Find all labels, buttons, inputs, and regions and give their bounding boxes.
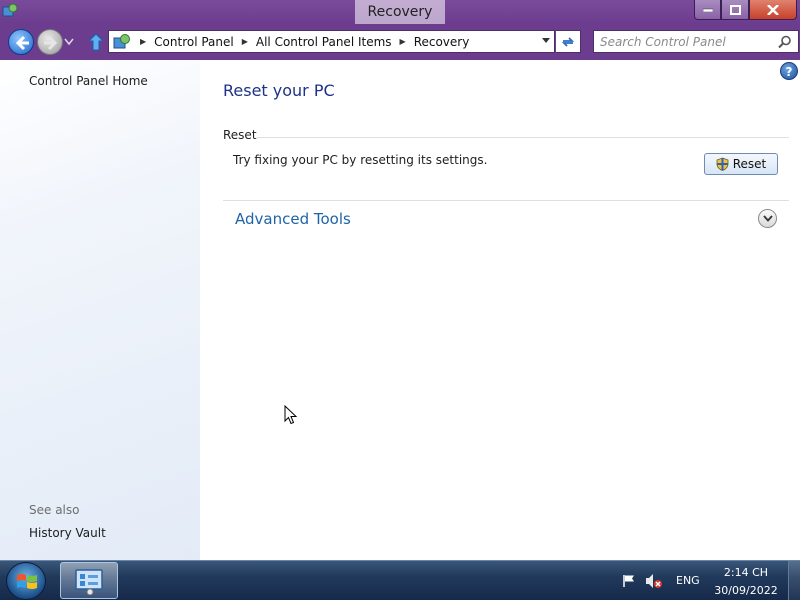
forward-arrow-icon [44, 35, 58, 51]
maximize-icon [729, 4, 741, 15]
control-panel-icon [2, 3, 18, 17]
expand-button[interactable] [758, 209, 777, 228]
see-also-label: See also [29, 503, 80, 517]
recent-pages-chevron-icon[interactable] [64, 38, 74, 46]
taskbar-control-panel-button[interactable] [60, 562, 118, 599]
reset-description: Try fixing your PC by resetting its sett… [233, 153, 488, 167]
left-pane: Control Panel Home See also History Vaul… [0, 60, 200, 560]
refresh-icon [561, 36, 575, 47]
reset-button[interactable]: Reset [704, 153, 778, 175]
breadcrumb-separator-icon[interactable]: ▶ [242, 37, 248, 46]
breadcrumb-all-items[interactable]: All Control Panel Items [256, 35, 392, 49]
breadcrumb-recovery[interactable]: Recovery [414, 35, 470, 49]
reset-button-label: Reset [732, 157, 767, 171]
search-box[interactable] [593, 30, 799, 53]
refresh-button[interactable] [556, 30, 581, 53]
main-content: ? Reset your PC Reset Try fixing your PC… [200, 60, 800, 560]
breadcrumb: ▶ Control Panel ▶ All Control Panel Item… [132, 35, 469, 49]
start-button[interactable] [6, 562, 46, 600]
back-arrow-icon [15, 35, 29, 51]
title-bar[interactable]: Recovery [0, 0, 800, 24]
help-icon[interactable]: ? [780, 62, 798, 80]
navigation-bar: ▶ Control Panel ▶ All Control Panel Item… [0, 24, 800, 60]
show-desktop-button[interactable] [788, 561, 800, 600]
window-title: Recovery [355, 0, 445, 24]
windows-logo-icon [17, 574, 37, 589]
minimize-icon [702, 8, 713, 12]
minimize-button[interactable] [694, 0, 721, 20]
breadcrumb-separator-icon[interactable]: ▶ [140, 37, 146, 46]
breadcrumb-control-panel[interactable]: Control Panel [154, 35, 234, 49]
shield-icon [716, 157, 729, 171]
back-button[interactable] [8, 29, 34, 55]
forward-button[interactable] [37, 29, 63, 55]
maximize-button[interactable] [721, 0, 749, 20]
advanced-divider [223, 200, 789, 201]
advanced-tools-link[interactable]: Advanced Tools [235, 210, 351, 228]
action-center-flag-icon[interactable] [622, 574, 636, 588]
control-panel-icon [75, 569, 103, 595]
group-divider [257, 137, 789, 138]
page-title: Reset your PC [223, 81, 335, 100]
close-button[interactable] [749, 0, 797, 20]
history-vault-link[interactable]: History Vault [29, 526, 106, 540]
breadcrumb-separator-icon[interactable]: ▶ [400, 37, 406, 46]
mouse-cursor-icon [284, 405, 298, 425]
close-icon [767, 4, 779, 15]
language-indicator[interactable]: ENG [676, 574, 700, 587]
clock-date[interactable]: 30/09/2022 [710, 584, 782, 597]
reset-group-heading: Reset [223, 128, 257, 142]
control-panel-home-link[interactable]: Control Panel Home [29, 74, 148, 88]
address-bar[interactable]: ▶ Control Panel ▶ All Control Panel Item… [108, 30, 555, 53]
address-dropdown-icon[interactable] [542, 38, 550, 43]
up-arrow-icon[interactable] [88, 33, 104, 51]
taskbar: ENG 2:14 CH 30/09/2022 [0, 560, 800, 600]
clock-time[interactable]: 2:14 CH [716, 566, 776, 579]
volume-muted-icon[interactable] [645, 573, 663, 589]
search-icon[interactable] [778, 35, 792, 49]
search-input[interactable] [600, 34, 776, 50]
control-panel-icon [113, 33, 130, 48]
chevron-down-icon [763, 215, 773, 222]
